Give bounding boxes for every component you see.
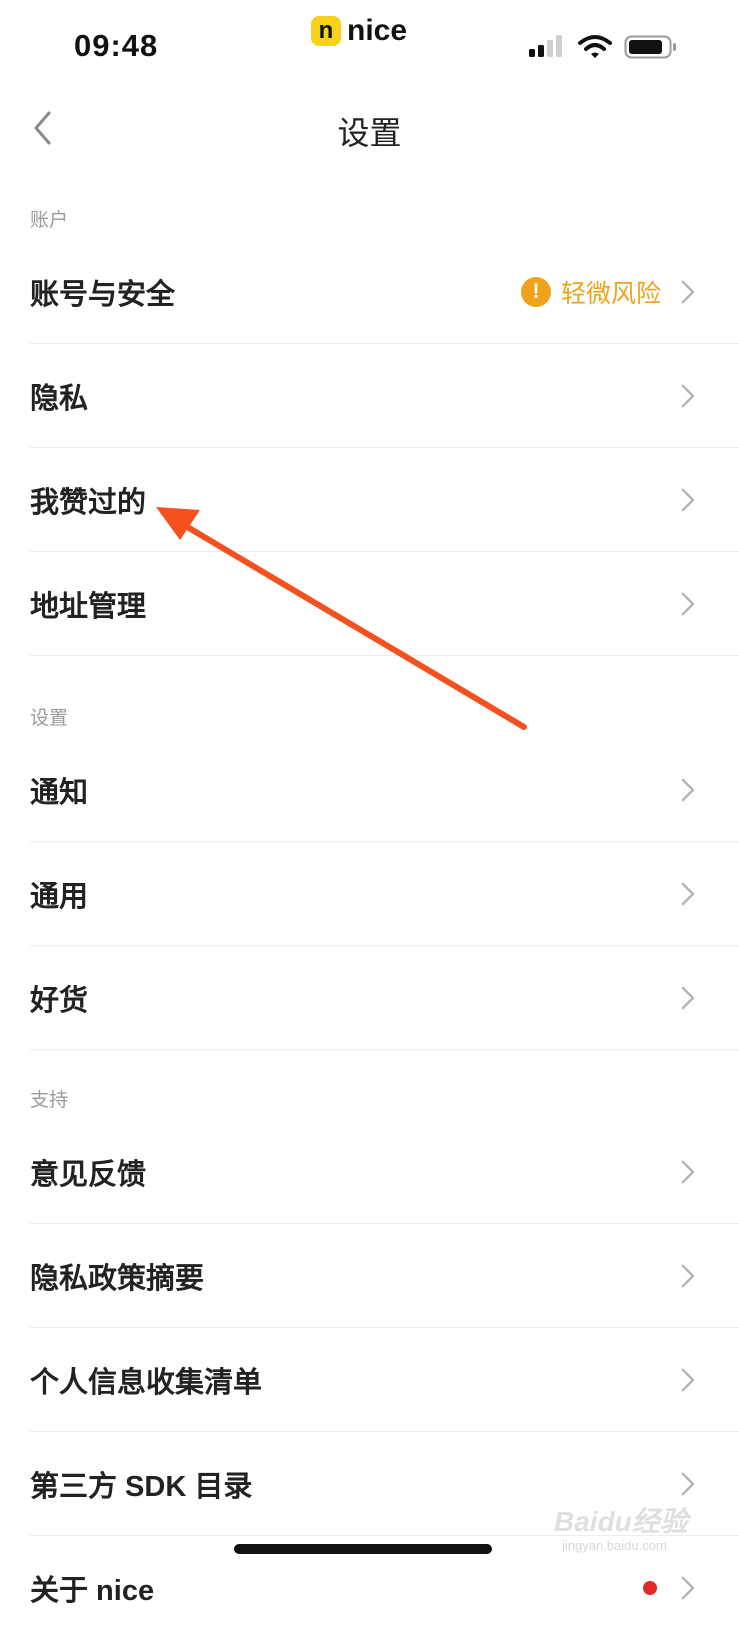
logo-badge: n [311,16,341,46]
watermark-sub: jingyan.baidu.com [562,1538,667,1553]
row-label: 第三方 SDK 目录 [30,1471,253,1503]
settings-row-info-collection[interactable]: 个人信息收集清单 [0,1328,739,1432]
app-logo: n nice [311,14,407,48]
settings-row-feedback[interactable]: 意见反馈 [0,1120,739,1224]
logo-text: nice [347,14,408,47]
battery-icon [624,35,676,59]
watermark: Baidu经验 jingyan.baidu.com [554,1500,688,1553]
chevron-right-icon [681,384,695,408]
row-label: 隐私政策摘要 [30,1263,205,1295]
row-label: 地址管理 [30,591,147,623]
chevron-right-icon [681,986,695,1010]
chevron-right-icon [681,280,695,304]
settings-row-account-security[interactable]: 账号与安全 ! 轻微风险 [0,240,739,344]
section-header-settings: 设置 [0,656,739,738]
row-label: 通知 [30,777,89,809]
section-title: 账户 [30,210,69,231]
settings-list: 账户 账号与安全 ! 轻微风险 隐私 我赞过的 地址管理 设置 通知 通用 好货… [0,170,739,1640]
chevron-right-icon [681,1264,695,1288]
watermark-main: Baidu经验 [554,1506,688,1537]
wifi-icon [578,35,612,58]
status-bar: 09:48 n nice [0,0,739,90]
row-label: 个人信息收集清单 [30,1367,263,1399]
exclamation-icon: ! [520,277,551,307]
settings-row-privacy[interactable]: 隐私 [0,344,739,448]
settings-row-good-products[interactable]: 好货 [0,946,739,1050]
settings-row-address[interactable]: 地址管理 [0,552,739,656]
notification-dot [643,1581,657,1595]
row-label: 通用 [30,881,89,913]
risk-badge-text: 轻微风险 [560,280,661,308]
status-time: 09:48 [74,28,159,63]
chevron-right-icon [681,592,695,616]
settings-row-liked[interactable]: 我赞过的 [0,448,739,552]
chevron-right-icon [681,882,695,906]
section-title: 支持 [30,1090,69,1111]
row-label: 好货 [30,985,89,1017]
section-title: 设置 [30,708,69,729]
row-label: 我赞过的 [30,487,147,519]
settings-row-general[interactable]: 通用 [0,842,739,946]
chevron-right-icon [681,1472,695,1496]
chevron-right-icon [681,1368,695,1392]
chevron-right-icon [681,1160,695,1184]
chevron-right-icon [681,1576,695,1600]
row-label: 关于 nice [30,1575,155,1607]
row-label: 隐私 [30,383,89,415]
section-header-account: 账户 [0,170,739,240]
row-label: 账号与安全 [30,279,176,311]
settings-row-privacy-summary[interactable]: 隐私政策摘要 [0,1224,739,1328]
chevron-right-icon [681,488,695,512]
chevron-right-icon [681,778,695,802]
status-icons [528,34,678,60]
home-indicator[interactable] [234,1544,492,1554]
page-title: 设置 [337,115,402,151]
risk-status: ! 轻微风险 [520,274,661,310]
row-label: 意见反馈 [30,1159,147,1191]
section-header-support: 支持 [0,1050,739,1120]
nav-bar: 设置 [0,90,739,170]
signal-icon [529,35,562,57]
settings-row-notifications[interactable]: 通知 [0,738,739,842]
